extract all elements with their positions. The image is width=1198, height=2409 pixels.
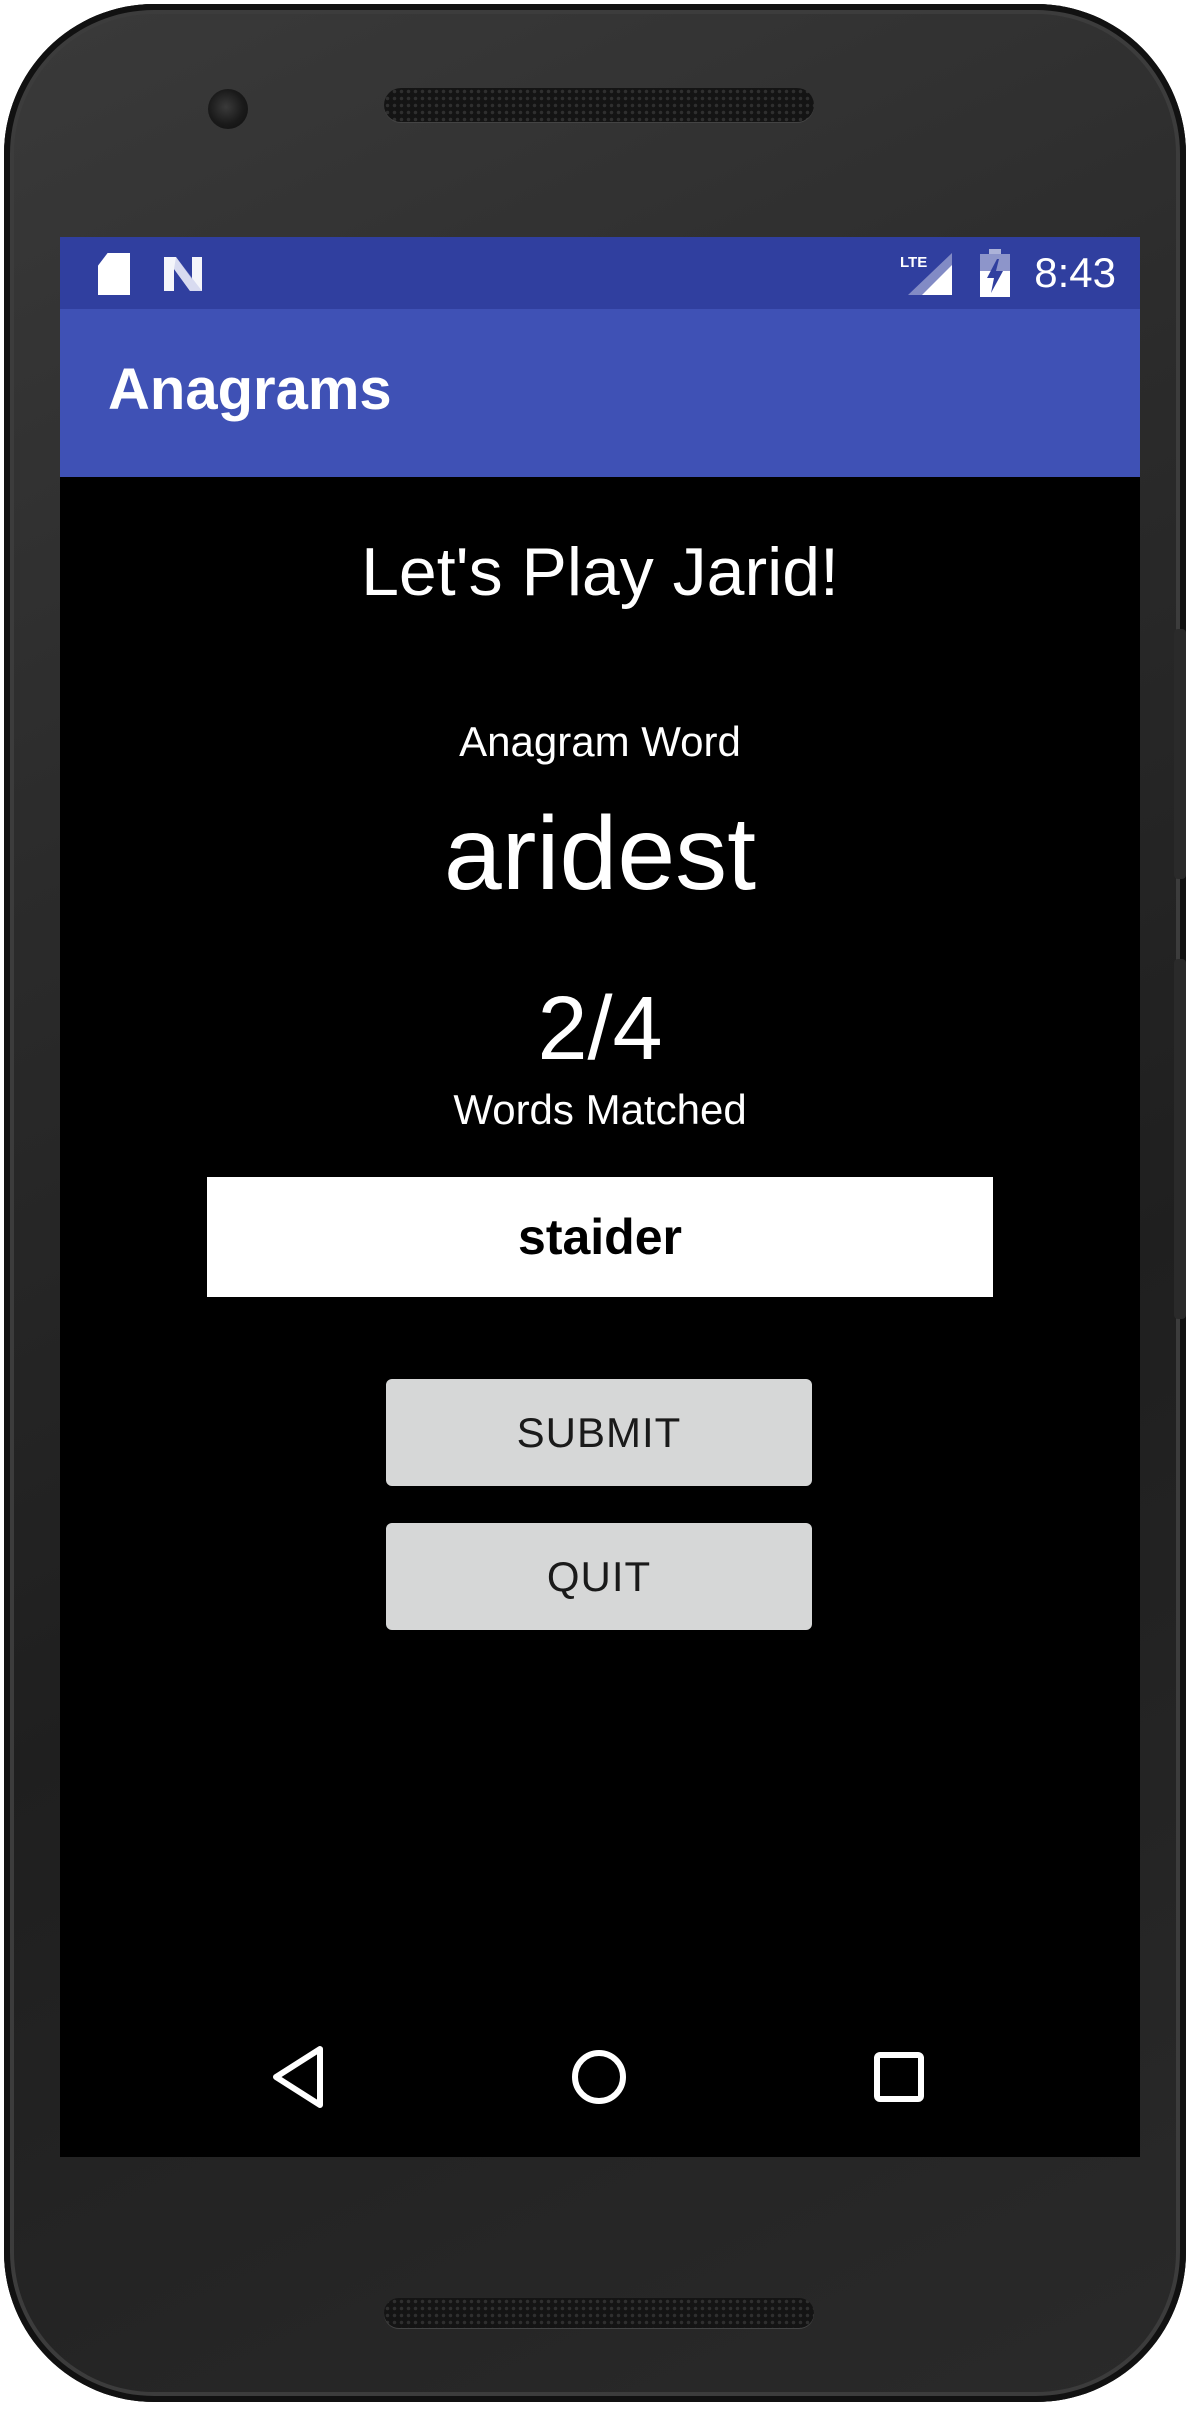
phone-frame: LTE 8:43 Anagrams Let's Play Jarid! Anag… xyxy=(4,4,1186,2402)
earpiece-speaker xyxy=(384,88,814,122)
status-clock: 8:43 xyxy=(1034,249,1116,296)
words-matched-count: 2/4 xyxy=(537,979,663,1079)
answer-input[interactable] xyxy=(207,1177,993,1297)
n-notification-icon xyxy=(164,257,202,291)
anagram-word-label: Anagram Word xyxy=(459,718,741,765)
screen: LTE 8:43 Anagrams Let's Play Jarid! Anag… xyxy=(60,237,1140,2157)
app-bar: Anagrams xyxy=(60,309,1140,477)
volume-button xyxy=(1174,959,1186,1319)
power-button xyxy=(1174,629,1186,879)
navigation-bar xyxy=(60,1997,1140,2157)
greeting-text: Let's Play Jarid! xyxy=(361,534,839,610)
game-content: Let's Play Jarid! Anagram Word aridest 2… xyxy=(60,477,1140,1977)
home-icon[interactable] xyxy=(549,2027,649,2127)
recents-icon[interactable] xyxy=(849,2027,949,2127)
lte-label: LTE xyxy=(900,254,927,271)
back-icon[interactable] xyxy=(250,2027,350,2127)
anagram-word: aridest xyxy=(443,796,757,912)
quit-button[interactable]: QUIT xyxy=(386,1523,812,1630)
bottom-speaker xyxy=(384,2298,814,2328)
submit-button[interactable]: SUBMIT xyxy=(386,1379,812,1486)
lte-signal-icon: LTE xyxy=(900,253,952,295)
front-camera xyxy=(208,89,248,129)
battery-charging-icon xyxy=(980,249,1010,297)
app-title: Anagrams xyxy=(108,357,392,422)
status-bar: LTE 8:43 xyxy=(60,237,1140,309)
words-matched-label: Words Matched xyxy=(453,1086,747,1133)
sd-card-icon xyxy=(98,253,130,295)
